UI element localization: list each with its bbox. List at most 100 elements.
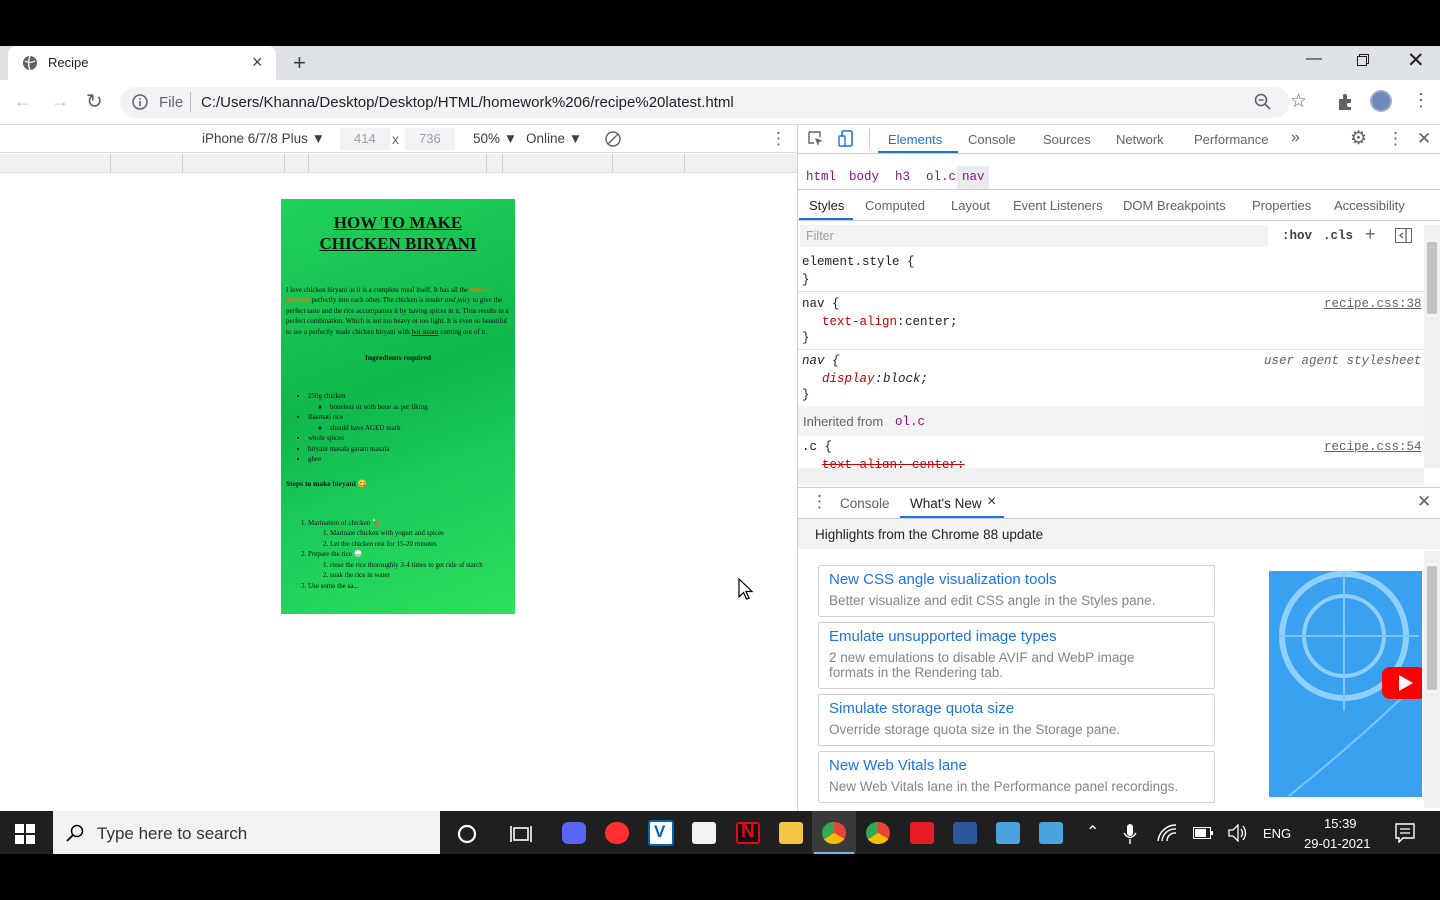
microphone-icon[interactable] — [1123, 824, 1137, 844]
css-value[interactable]: block; — [883, 372, 928, 386]
device-select[interactable]: iPhone 6/7/8 Plus ▼ — [202, 131, 325, 146]
rotate-icon[interactable] — [604, 130, 622, 148]
drawer-menu-icon[interactable]: ⋮ — [811, 492, 828, 512]
settings-gear-icon[interactable]: ⚙ — [1350, 127, 1367, 150]
css-property[interactable]: display — [822, 372, 875, 386]
wifi-icon[interactable] — [1157, 824, 1177, 842]
new-tab-icon[interactable]: + — [293, 50, 306, 76]
chrome-menu-icon[interactable]: ⋮ — [1412, 90, 1430, 111]
inherited-element-link[interactable]: ol.c — [895, 415, 925, 429]
media-player-icon[interactable] — [605, 822, 629, 844]
whats-new-card-4[interactable]: New Web Vitals lane New Web Vitals lane … — [818, 751, 1215, 803]
url-text[interactable]: C:/Users/Khanna/Desktop/Desktop/HTML/hom… — [201, 94, 734, 111]
device-toggle-icon[interactable] — [838, 130, 854, 148]
bookmark-star-icon[interactable]: ☆ — [1290, 90, 1307, 113]
drawer-close-icon[interactable]: ✕ — [1417, 492, 1431, 512]
css-property-overridden[interactable]: text-align: center; — [822, 458, 965, 468]
file-explorer-icon[interactable] — [779, 822, 803, 844]
breadcrumb-h3[interactable]: h3 — [895, 170, 910, 184]
card-title[interactable]: Emulate unsupported image types — [829, 628, 1057, 645]
rule-source-link[interactable]: recipe.css:54 — [1324, 440, 1422, 454]
rule-element-style[interactable]: element.style { — [802, 255, 915, 269]
toggle-sidebar-icon[interactable] — [1395, 228, 1412, 243]
calculator-app-icon[interactable] — [692, 822, 716, 844]
new-rule-icon[interactable]: + — [1365, 224, 1376, 245]
breadcrumb-html[interactable]: html — [806, 170, 836, 184]
whats-new-card-2[interactable]: Emulate unsupported image types 2 new em… — [818, 622, 1215, 689]
app-icon[interactable] — [996, 822, 1020, 844]
volume-icon[interactable] — [1228, 824, 1248, 842]
rule-c-selector[interactable]: .c { — [802, 440, 832, 454]
css-property[interactable]: text-align — [822, 315, 897, 329]
whats-new-card-3[interactable]: Simulate storage quota size Override sto… — [818, 694, 1215, 746]
acrobat-icon[interactable] — [910, 822, 934, 844]
drawer-tab-close-icon[interactable]: × — [987, 493, 996, 511]
chrome-icon[interactable] — [822, 822, 846, 844]
profile-avatar[interactable] — [1370, 90, 1392, 112]
devtools-close-icon[interactable]: ✕ — [1417, 129, 1431, 149]
window-close-icon[interactable]: ✕ — [1407, 48, 1425, 73]
css-value[interactable]: center; — [905, 315, 958, 329]
styles-filter-input[interactable] — [800, 225, 1268, 247]
minimize-icon[interactable]: — — [1306, 50, 1322, 68]
rule-nav-selector[interactable]: nav { — [802, 297, 840, 311]
battery-icon[interactable] — [1193, 827, 1213, 839]
rule-nav-ua-selector[interactable]: nav { — [802, 354, 840, 368]
clock-date[interactable]: 29-01-2021 — [1304, 836, 1371, 851]
card-title[interactable]: New Web Vitals lane — [829, 757, 967, 774]
breadcrumb-body[interactable]: body — [849, 170, 879, 184]
styles-h-scrollbar[interactable] — [798, 468, 1424, 485]
reload-icon[interactable]: ↻ — [86, 89, 103, 114]
hov-toggle[interactable]: :hov — [1282, 229, 1312, 243]
system-tray-chevron-icon[interactable]: ⌃ — [1086, 822, 1099, 842]
zoom-select[interactable]: 50% ▼ — [473, 131, 517, 146]
info-icon[interactable] — [132, 94, 148, 110]
task-view-icon[interactable] — [510, 823, 532, 845]
discord-icon[interactable] — [562, 822, 586, 844]
whats-new-card-1[interactable]: New CSS angle visualization tools Better… — [818, 565, 1215, 617]
cls-toggle[interactable]: .cls — [1323, 229, 1353, 243]
tab-network[interactable]: Network — [1116, 132, 1164, 147]
subtab-properties[interactable]: Properties — [1252, 198, 1311, 213]
intro-link[interactable]: hot steam — [412, 328, 439, 336]
inspect-element-icon[interactable] — [808, 131, 824, 147]
device-more-icon[interactable]: ⋮ — [770, 129, 787, 149]
tab-performance[interactable]: Performance — [1194, 132, 1268, 147]
styles-scrollbar-thumb[interactable] — [1427, 242, 1437, 314]
forward-icon[interactable]: → — [51, 91, 69, 112]
drawer-tab-whats-new[interactable]: What's New — [910, 496, 982, 511]
devtools-menu-icon[interactable]: ⋮ — [1387, 129, 1404, 149]
word-icon[interactable] — [953, 822, 977, 844]
emulated-recipe-page[interactable]: HOW TO MAKE CHICKEN BIRYANI I love chick… — [281, 199, 515, 614]
tab-close-icon[interactable]: × — [252, 52, 263, 73]
subtab-layout[interactable]: Layout — [951, 198, 990, 213]
cortana-icon[interactable] — [456, 823, 478, 845]
network-throttle-select[interactable]: Online ▼ — [526, 131, 582, 146]
breadcrumb-olc[interactable]: ol.c — [926, 170, 956, 184]
card-title[interactable]: New CSS angle visualization tools — [829, 571, 1057, 588]
tab-sources[interactable]: Sources — [1043, 132, 1091, 147]
breadcrumb-nav[interactable]: nav — [962, 170, 985, 184]
subtab-styles[interactable]: Styles — [809, 198, 844, 213]
subtab-dom-breakpoints[interactable]: DOM Breakpoints — [1123, 198, 1226, 213]
more-tabs-button[interactable]: » — [1291, 129, 1300, 147]
extensions-icon[interactable] — [1336, 93, 1354, 111]
drawer-scrollbar-thumb[interactable] — [1427, 566, 1437, 690]
video-thumbnail[interactable] — [1269, 571, 1422, 797]
notifications-icon[interactable] — [1395, 823, 1415, 843]
rule-source-link[interactable]: recipe.css:38 — [1324, 297, 1422, 311]
subtab-event-listeners[interactable]: Event Listeners — [1013, 198, 1103, 213]
windows-start-icon[interactable] — [15, 824, 35, 844]
subtab-accessibility[interactable]: Accessibility — [1334, 198, 1405, 213]
tab-console[interactable]: Console — [968, 132, 1016, 147]
tab-elements[interactable]: Elements — [888, 132, 942, 147]
back-icon[interactable]: ← — [14, 91, 32, 112]
chrome-profile-icon[interactable] — [866, 822, 890, 844]
app-icon[interactable] — [1039, 822, 1063, 844]
subtab-computed[interactable]: Computed — [865, 198, 925, 213]
drawer-tab-console[interactable]: Console — [840, 496, 890, 511]
zoom-icon[interactable] — [1254, 93, 1272, 111]
restore-icon[interactable] — [1357, 54, 1369, 66]
language-indicator[interactable]: ENG — [1263, 826, 1291, 841]
clock-time[interactable]: 15:39 — [1324, 816, 1357, 831]
